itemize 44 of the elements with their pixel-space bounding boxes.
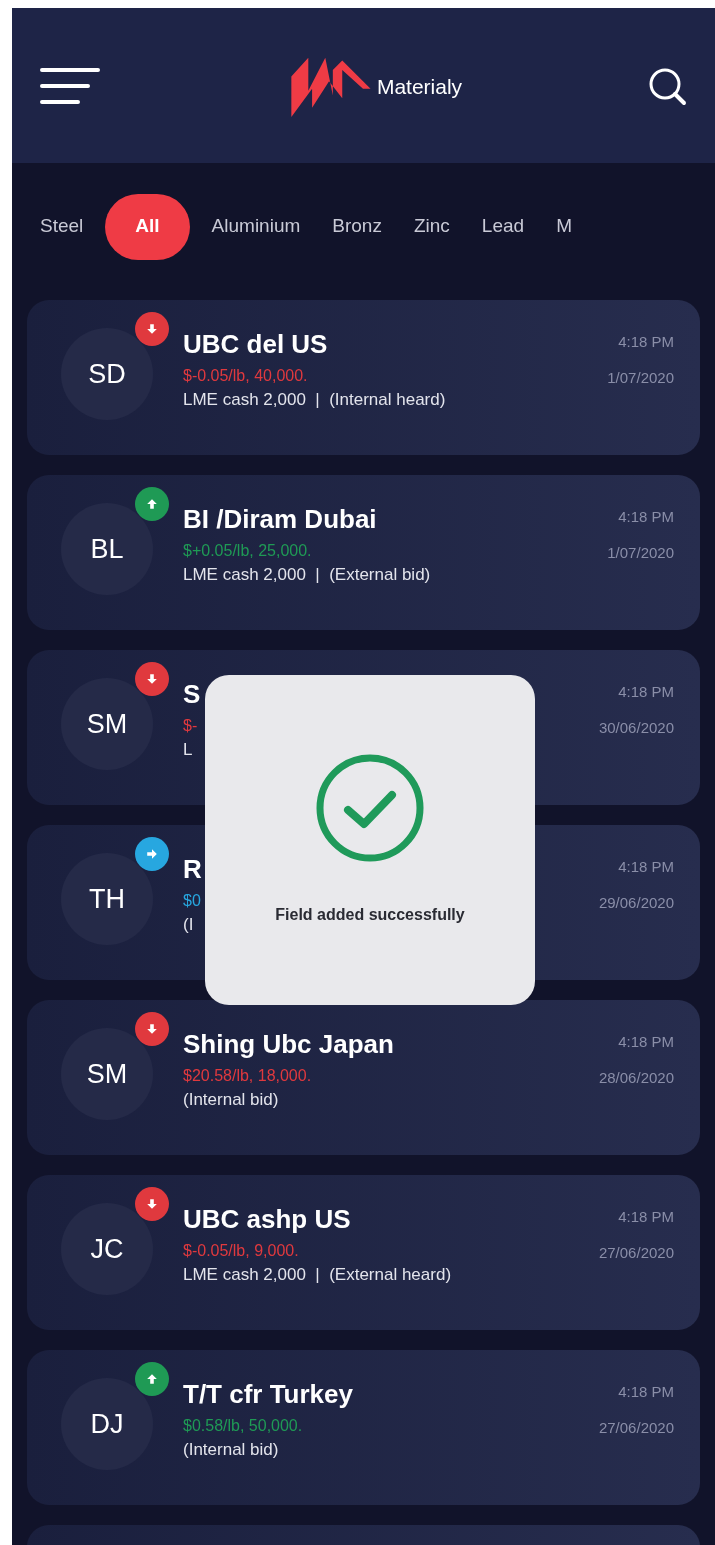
listing-time: 4:18 PM [618,1382,674,1402]
listing-details: (I [183,914,194,936]
avatar: TH [61,853,153,945]
avatar: DJ [61,1378,153,1470]
listing-title: S [183,678,201,710]
listing-title: UBC del US [183,328,328,360]
listing-details: L [183,739,193,761]
listing-details: LME cash 2,000 | (Internal heard) [183,389,446,411]
listing-date: 1/07/2020 [607,543,674,563]
listing-details: (Internal bid) [183,1089,279,1111]
avatar: SM [61,1028,153,1120]
avatar: BL [61,503,153,595]
listing-details: LME cash 2,000 | (External heard) [183,1264,452,1286]
avatar: JC [61,1203,153,1295]
listing-price: $0 [183,891,201,911]
listing-time: 4:18 PM [618,507,674,527]
listing-date: 27/06/2020 [598,1243,674,1263]
listing-price: $- [183,716,198,736]
listing-date: 30/06/2020 [598,718,674,738]
listing-time: 4:18 PM [618,857,674,877]
listing-time: 4:18 PM [618,332,674,352]
avatar: SM [61,678,153,770]
listing-time: 4:18 PM [618,1207,674,1227]
listing-date: 27/06/2020 [598,1418,674,1438]
listing-title: UBC ashp US [183,1203,351,1235]
listing-time: 4:18 PM [618,1032,674,1052]
listing-time: 4:18 PM [618,682,674,702]
listing-title: T/T cfr Turkey [183,1378,353,1410]
listing-price: $-0.05/lb, 40,000. [183,366,308,386]
listing-title: Shing Ubc Japan [183,1028,394,1060]
listing-price: $-0.05/lb, 9,000. [183,1241,299,1261]
listing-price: $20.58/lb, 18,000. [183,1066,312,1086]
listing-price: $0.58/lb, 50,000. [183,1416,303,1436]
listing-date: 1/07/2020 [607,368,674,388]
toast-message: Field added successfully [275,905,465,925]
listing-details: (Internal bid) [183,1439,279,1461]
listing-price: $+0.05/lb, 25,000. [183,541,312,561]
listing-date: 29/06/2020 [598,893,674,913]
listing-details: LME cash 2,000 | (External bid) [183,564,431,586]
listing-title: BI /Diram Dubai [183,503,377,535]
listing-title: R [183,853,202,885]
app-name: Materialy [376,74,463,100]
avatar: SD [61,328,153,420]
listing-date: 28/06/2020 [598,1068,674,1088]
